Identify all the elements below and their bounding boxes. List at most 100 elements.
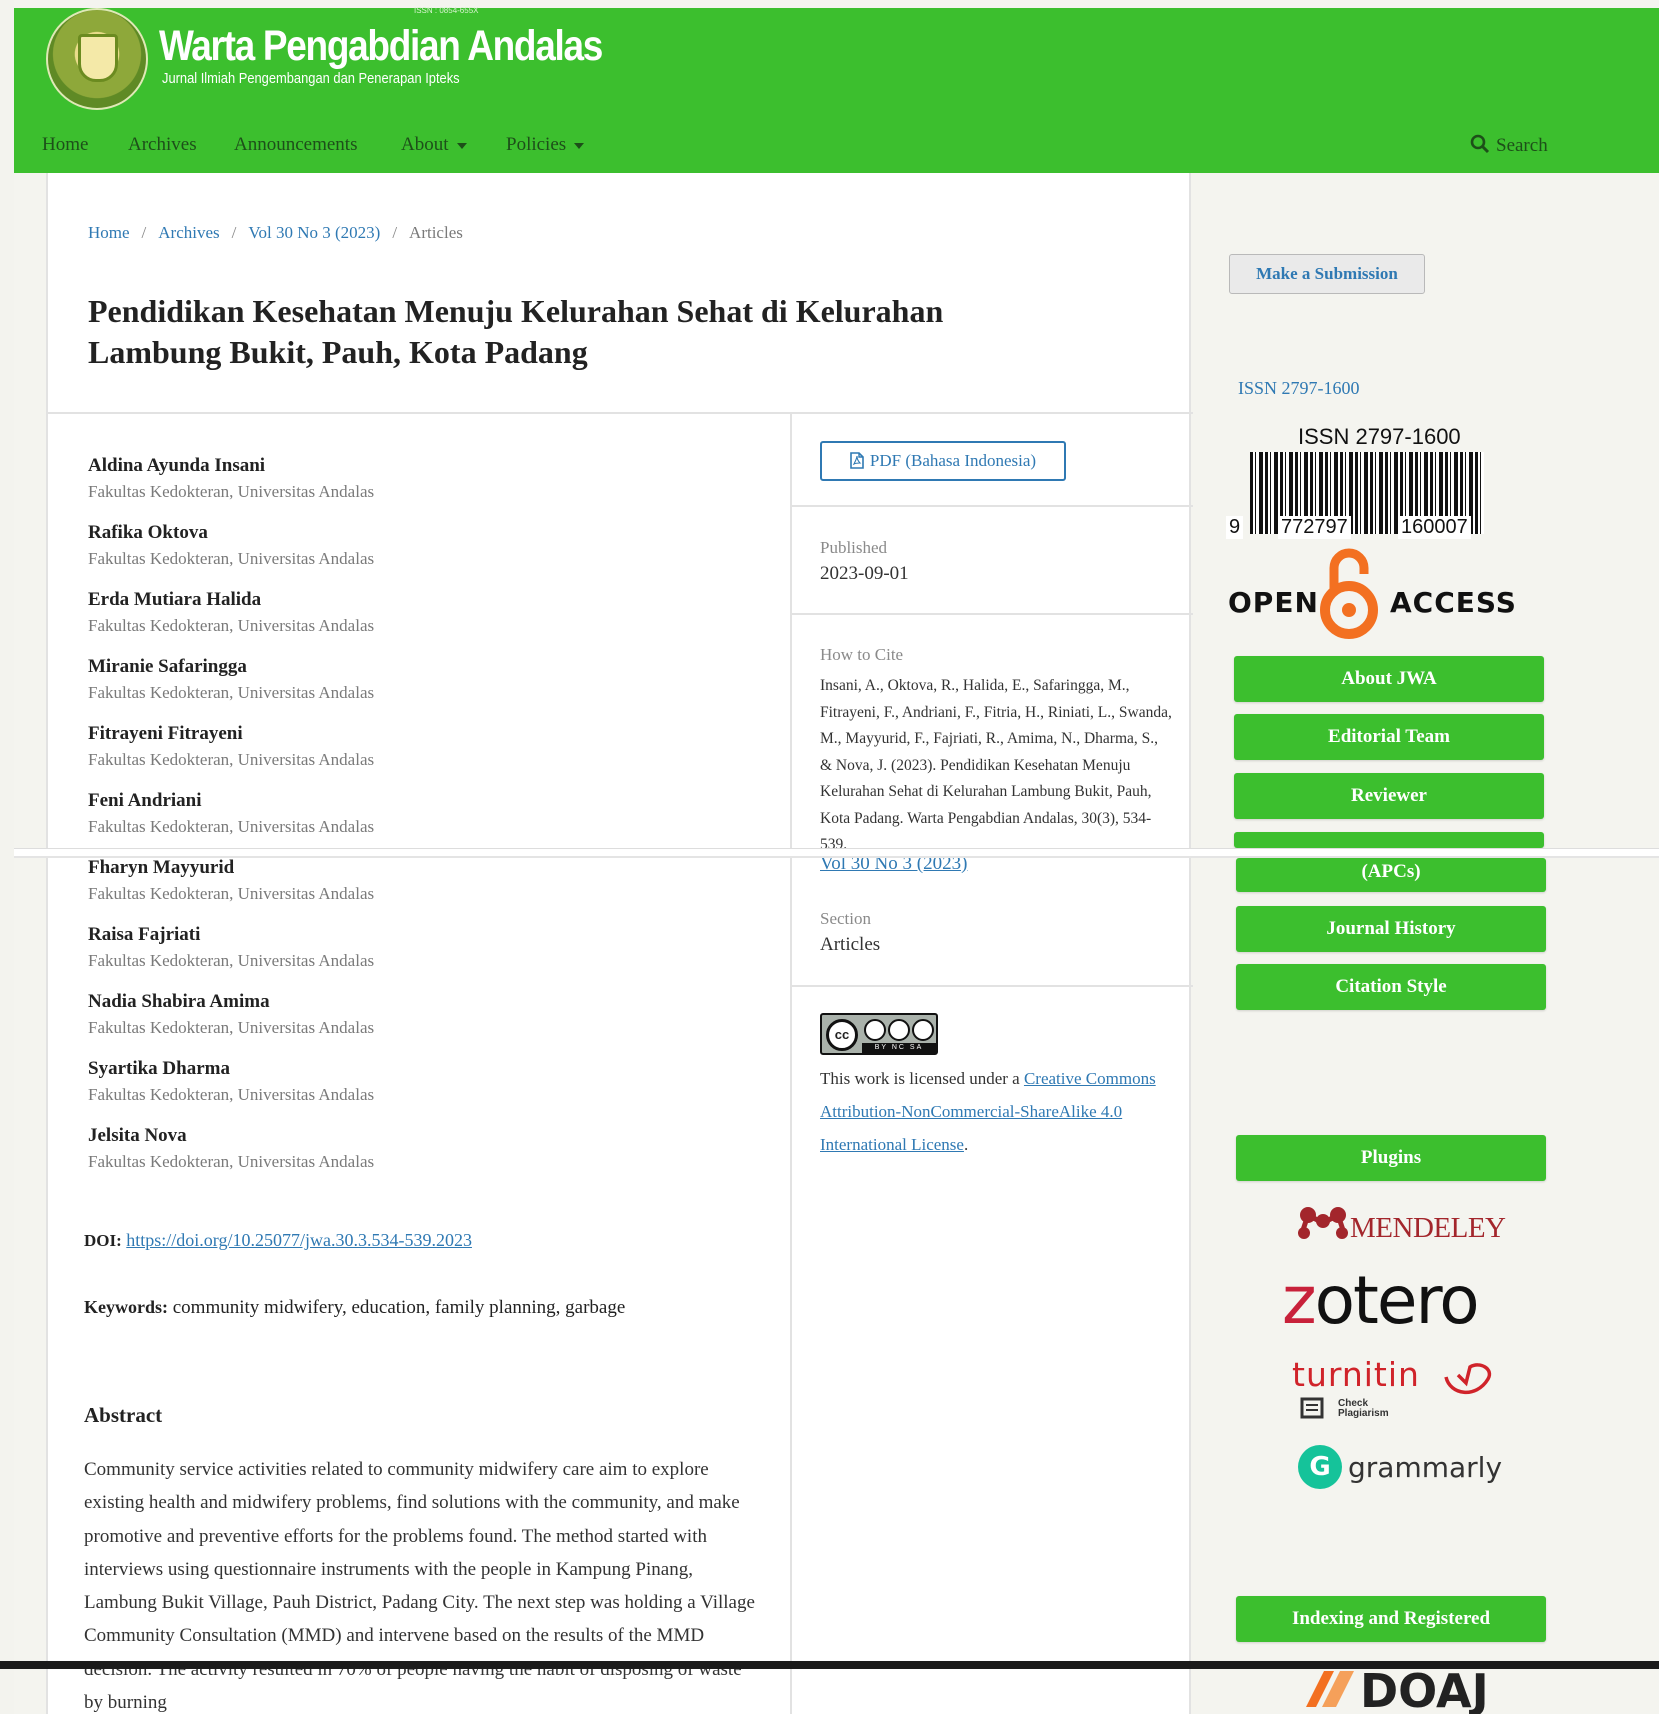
screenshot-seam (14, 848, 1659, 858)
doaj-logo[interactable]: DOAJ (1302, 1664, 1489, 1714)
reviewer-button[interactable]: Reviewer (1234, 773, 1544, 819)
barcode-digit-right: 160007 (1398, 516, 1471, 539)
pdf-download-button[interactable]: PDF (Bahasa Indonesia) (820, 441, 1066, 481)
open-access-lock-icon (1320, 548, 1378, 639)
author-name: Feni Andriani (88, 790, 202, 811)
sidebar-button-clipped[interactable] (1234, 832, 1544, 848)
published-date: 2023-09-01 (820, 563, 909, 584)
breadcrumb-archives[interactable]: Archives (158, 223, 219, 242)
doi-link[interactable]: https://doi.org/10.25077/jwa.30.3.534-53… (126, 1230, 472, 1250)
caret-down-icon (456, 142, 467, 149)
journal-history-button[interactable]: Journal History (1236, 906, 1546, 952)
author-name: Rafika Oktova (88, 522, 208, 543)
author-affiliation: Fakultas Kedokteran, Universitas Andalas (88, 549, 375, 568)
open-access-access: ACCESS (1390, 586, 1517, 619)
author-affiliation: Fakultas Kedokteran, Universitas Andalas (88, 616, 375, 635)
citation-style-button[interactable]: Citation Style (1236, 964, 1546, 1010)
plagiarism-check-icon (1300, 1397, 1324, 1419)
author-affiliation: Fakultas Kedokteran, Universitas Andalas (88, 683, 375, 702)
author-item: Syartika Dharma Fakultas Kedokteran, Univ… (88, 1056, 768, 1123)
author-item: Fitrayeni Fitrayeni Fakultas Kedokteran, … (88, 721, 768, 788)
issn-link[interactable]: ISSN 2797-1600 (1238, 378, 1360, 399)
turnitin-arrow-icon (1444, 1363, 1492, 1395)
turnitin-label: turnitin (1292, 1355, 1420, 1394)
nav-about[interactable]: About (401, 134, 467, 156)
turnitin-caption: Check Plagiarism (1338, 1399, 1389, 1419)
author-name: Nadia Shabira Amima (88, 991, 270, 1012)
how-to-cite-label: How to Cite (820, 645, 904, 664)
author-item: Raisa Fajriati Fakultas Kedokteran, Unive… (88, 922, 768, 989)
zotero-logo[interactable]: zotero (1282, 1262, 1480, 1339)
author-affiliation: Fakultas Kedokteran, Universitas Andalas (88, 884, 375, 903)
pdf-download-label: PDF (Bahasa Indonesia) (869, 451, 1037, 470)
page-title-line2: Lambung Bukit, Pauh, Kota Padang (88, 334, 588, 370)
author-name: Jelsita Nova (88, 1125, 187, 1146)
author-item: Fharyn Mayyurid Fakultas Kedokteran, Univ… (88, 855, 768, 922)
barcode-title: ISSN 2797-1600 (1298, 424, 1461, 449)
author-item: Rafika Oktova Fakultas Kedokteran, Univer… (88, 520, 768, 587)
nav-home[interactable]: Home (42, 134, 88, 156)
author-affiliation: Fakultas Kedokteran, Universitas Andalas (88, 1152, 375, 1171)
barcode-digit-mid: 772797 (1278, 516, 1351, 539)
apcs-button[interactable]: (APCs) (1236, 858, 1546, 892)
grammarly-label: grammarly (1348, 1450, 1503, 1484)
indexing-registered-button[interactable]: Indexing and Registered (1236, 1596, 1546, 1642)
section-value: Articles (820, 934, 881, 955)
author-item: Nadia Shabira Amima Fakultas Kedokteran, … (88, 989, 768, 1056)
issn-barcode: ISSN 2797-1600 9 772797 160007 (1226, 424, 1508, 544)
cc-icon: cc (826, 1019, 858, 1051)
barcode-digits: 9 772797 160007 (1226, 516, 1488, 542)
mendeley-label: MENDELEY (1350, 1212, 1506, 1244)
editorial-team-button[interactable]: Editorial Team (1234, 714, 1544, 760)
nav-about-label: About (401, 134, 449, 155)
citation-text: Insani, A., Oktova, R., Halida, E., Safa… (820, 677, 1172, 853)
mendeley-logo[interactable]: MENDELEY (1296, 1205, 1506, 1245)
breadcrumb-issue[interactable]: Vol 30 No 3 (2023) (248, 223, 380, 242)
abstract-text: Community service activities related to … (84, 1459, 755, 1714)
turnitin-caption-plagiarism: Plagiarism (1338, 1408, 1389, 1419)
turnitin-logo[interactable]: turnitin Check Plagiarism (1292, 1355, 1502, 1425)
page-left-edge (0, 0, 14, 1714)
grammarly-icon: G (1298, 1445, 1342, 1489)
author-list: Aldina Ayunda Insani Fakultas Kedokteran,… (88, 453, 768, 1190)
doi-label: DOI: (84, 1231, 122, 1250)
cc-license-badge[interactable]: cc BY NC SA (820, 1013, 938, 1055)
author-name: Erda Mutiara Halida (88, 589, 262, 610)
open-access-open: OPEN (1228, 586, 1319, 619)
divider (792, 505, 1193, 507)
make-submission-button[interactable]: Make a Submission (1229, 254, 1425, 294)
breadcrumb-current: Articles (409, 223, 463, 242)
search-label: Search (1496, 135, 1548, 156)
author-item: Jelsita Nova Fakultas Kedokteran, Univers… (88, 1123, 768, 1190)
divider (792, 613, 1193, 615)
breadcrumb: Home / Archives / Vol 30 No 3 (2023) / Article… (88, 223, 463, 243)
breadcrumb-home[interactable]: Home (88, 223, 130, 242)
breadcrumb-separator: / (231, 223, 237, 242)
published-label: Published (820, 538, 888, 557)
nav-archives[interactable]: Archives (128, 134, 197, 156)
plugins-button[interactable]: Plugins (1236, 1135, 1546, 1181)
breadcrumb-separator: / (392, 223, 398, 242)
site-header: ISSN : 0854-655X Warta Pengabdian Andala… (14, 6, 1659, 173)
file-pdf-icon (850, 452, 864, 469)
nav-announcements[interactable]: Announcements (234, 134, 357, 156)
grammarly-logo[interactable]: Ggrammarly (1298, 1445, 1502, 1489)
license-prefix: This work is licensed under a (820, 1069, 1024, 1088)
page-title: Pendidikan Kesehatan Menuju Kelurahan Se… (88, 291, 1028, 373)
doaj-icon (1306, 1671, 1354, 1707)
author-name: Fharyn Mayyurid (88, 857, 235, 878)
nav-policies[interactable]: Policies (506, 134, 585, 156)
abstract-heading: Abstract (84, 1403, 163, 1427)
divider (792, 985, 1193, 987)
keywords-label: Keywords: (84, 1297, 168, 1317)
zotero-z: z (1282, 1262, 1317, 1339)
about-jwa-button[interactable]: About JWA (1234, 656, 1544, 702)
divider (790, 414, 792, 1714)
author-name: Fitrayeni Fitrayeni (88, 723, 243, 744)
article-main: Home / Archives / Vol 30 No 3 (2023) / Article… (46, 173, 1193, 1714)
author-name: Aldina Ayunda Insani (88, 455, 266, 476)
search-link[interactable]: Search (1470, 134, 1548, 157)
main-nav: Home Archives Announcements About Polici… (14, 134, 1659, 164)
journal-logo-seal[interactable] (46, 8, 148, 110)
journal-title[interactable]: Warta Pengabdian Andalas (159, 22, 603, 71)
